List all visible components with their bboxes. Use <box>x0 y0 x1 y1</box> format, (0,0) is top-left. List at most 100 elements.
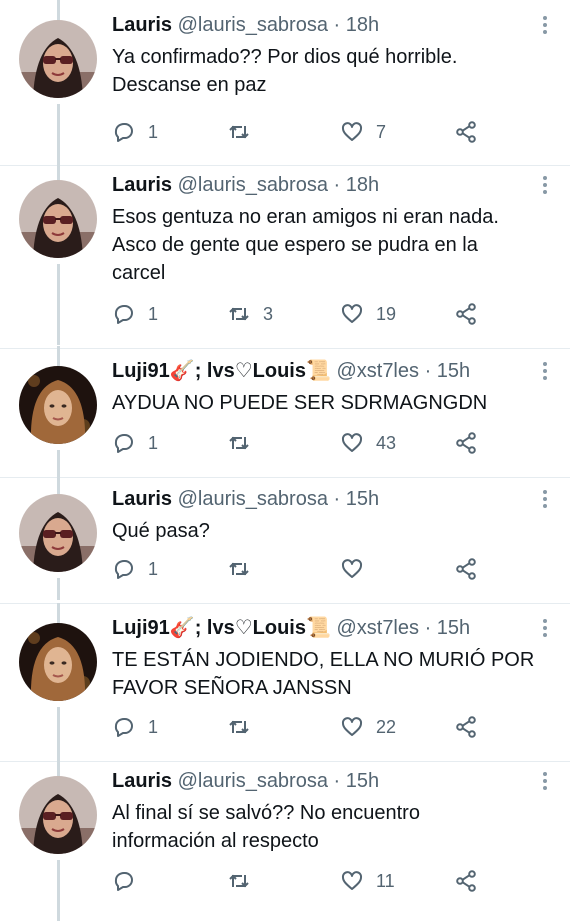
retweet-icon <box>227 869 251 893</box>
reply-icon <box>112 869 136 893</box>
tweet-divider <box>0 761 570 762</box>
display-name[interactable]: Lauris <box>112 174 172 196</box>
more-icon[interactable] <box>542 16 548 36</box>
share-icon <box>454 120 478 144</box>
timestamp[interactable]: 15h <box>346 770 379 792</box>
tweet[interactable]: Lauris @lauris_sabrosa · 15h Qué pasa? 1 <box>0 474 570 600</box>
reply-button[interactable]: 1 <box>112 556 158 582</box>
tweet-divider <box>0 477 570 478</box>
share-button[interactable] <box>454 556 478 582</box>
reply-button[interactable]: 1 <box>112 119 158 145</box>
avatar[interactable] <box>19 180 97 258</box>
likes-count: 19 <box>376 303 397 324</box>
retweet-button[interactable] <box>227 868 251 894</box>
share-button[interactable] <box>454 430 478 456</box>
like-button[interactable]: 19 <box>340 301 396 327</box>
avatar[interactable] <box>19 366 97 444</box>
tweet-text-line: Qué pasa? <box>112 520 210 542</box>
display-name[interactable]: Lauris <box>112 488 172 510</box>
reply-button[interactable]: 1 <box>112 714 158 740</box>
user-handle[interactable]: @lauris_sabrosa <box>178 14 328 36</box>
more-icon[interactable] <box>542 362 548 382</box>
display-name[interactable]: Lauris <box>112 14 172 36</box>
like-button[interactable]: 7 <box>340 119 386 145</box>
user-handle[interactable]: @lauris_sabrosa <box>178 174 328 196</box>
avatar[interactable] <box>19 494 97 572</box>
replies-count: 1 <box>148 716 159 737</box>
retweet-button[interactable] <box>227 556 251 582</box>
retweet-button[interactable] <box>227 430 251 456</box>
replies-count: 1 <box>148 303 159 324</box>
avatar[interactable] <box>19 623 97 701</box>
tweet-text: Qué pasa? <box>112 517 552 545</box>
separator: · <box>327 770 346 792</box>
share-button[interactable] <box>454 301 478 327</box>
like-button[interactable] <box>340 556 364 582</box>
timestamp[interactable]: 15h <box>346 488 379 510</box>
timestamp[interactable]: 15h <box>437 360 470 382</box>
timestamp[interactable]: 15h <box>437 617 470 639</box>
more-icon[interactable] <box>542 619 548 639</box>
tweet-text: Esos gentuza no eran amigos ni eran nada… <box>112 203 552 287</box>
tweet[interactable]: Lauris @lauris_sabrosa · 18h Ya confirmad… <box>0 0 570 162</box>
share-button[interactable] <box>454 714 478 740</box>
avatar[interactable] <box>19 776 97 854</box>
user-handle[interactable]: @xst7les <box>336 360 419 382</box>
share-icon <box>454 557 478 581</box>
more-icon[interactable] <box>542 176 548 196</box>
tweet-actions: 1 <box>112 556 552 582</box>
display-name[interactable]: Luji91🎸; lvs♡Louis📜 <box>112 617 331 639</box>
tweet-actions: 1 3 19 <box>112 301 552 327</box>
tweet-header: Lauris @lauris_sabrosa · 15h <box>112 768 379 794</box>
reply-icon <box>112 557 136 581</box>
user-handle[interactable]: @lauris_sabrosa <box>178 770 328 792</box>
retweet-icon <box>227 120 251 144</box>
tweet-header: Luji91🎸; lvs♡Louis📜 @xst7les · 15h <box>112 358 470 384</box>
separator: · <box>327 14 346 36</box>
like-button[interactable]: 43 <box>340 430 396 456</box>
heart-icon <box>340 869 364 893</box>
timestamp[interactable]: 18h <box>346 174 379 196</box>
retweet-button[interactable] <box>227 119 251 145</box>
replies-count: 1 <box>148 121 159 142</box>
tweet-divider <box>0 165 570 166</box>
more-icon[interactable] <box>542 490 548 510</box>
retweet-button[interactable]: 3 <box>227 301 273 327</box>
tweet-text-line: información al respecto <box>112 830 319 852</box>
tweet[interactable]: Lauris @lauris_sabrosa · 15h Al final sí … <box>0 756 570 921</box>
tweet[interactable]: Lauris @lauris_sabrosa · 18h Esos gentuza… <box>0 160 570 345</box>
like-button[interactable]: 22 <box>340 714 396 740</box>
tweet-actions: 1 43 <box>112 430 552 456</box>
heart-icon <box>340 715 364 739</box>
more-icon[interactable] <box>542 772 548 792</box>
tweet-actions: 17 <box>112 119 552 145</box>
tweet-text-line: Asco de gente que espero se pudra en la <box>112 234 478 256</box>
reply-button[interactable] <box>112 868 136 894</box>
user-handle[interactable]: @lauris_sabrosa <box>178 488 328 510</box>
tweet-text: TE ESTÁN JODIENDO, ELLA NO MURIÓ POR FAVO… <box>112 646 552 702</box>
likes-count: 43 <box>376 432 397 453</box>
timestamp[interactable]: 18h <box>346 14 379 36</box>
share-button[interactable] <box>454 868 478 894</box>
tweet-actions: 1 22 <box>112 714 552 740</box>
tweet[interactable]: Luji91🎸; lvs♡Louis📜 @xst7les · 15h TE EST… <box>0 603 570 758</box>
reply-icon <box>112 302 136 326</box>
reply-button[interactable]: 1 <box>112 430 158 456</box>
retweet-button[interactable] <box>227 714 251 740</box>
reply-button[interactable]: 1 <box>112 301 158 327</box>
like-button[interactable]: 11 <box>340 868 395 894</box>
share-button[interactable] <box>454 119 478 145</box>
user-handle[interactable]: @xst7les <box>336 617 419 639</box>
retweets-count: 3 <box>263 303 274 324</box>
display-name[interactable]: Lauris <box>112 770 172 792</box>
share-icon <box>454 431 478 455</box>
tweet-header: Lauris @lauris_sabrosa · 18h <box>112 172 379 198</box>
avatar[interactable] <box>19 20 97 98</box>
tweet-header: Luji91🎸; lvs♡Louis📜 @xst7les · 15h <box>112 615 470 641</box>
heart-icon <box>340 302 364 326</box>
separator: · <box>419 360 437 382</box>
display-name[interactable]: Luji91🎸; lvs♡Louis📜 <box>112 360 331 382</box>
tweet[interactable]: Luji91🎸; lvs♡Louis📜 @xst7les · 15h AYDUA … <box>0 346 570 474</box>
replies-count: 1 <box>148 558 159 579</box>
share-icon <box>454 302 478 326</box>
